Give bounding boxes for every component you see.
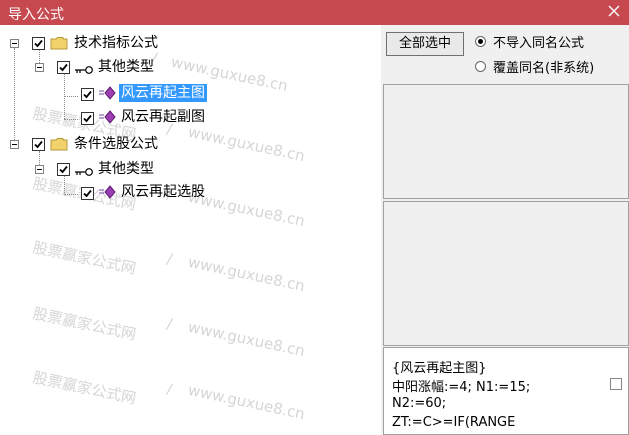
watermark-sep: / [165,379,174,399]
tree-line [64,96,78,97]
tree-line [64,119,78,120]
formula-tree[interactable]: www.guxue8.cn / www.guxue8.cn 股票赢家公式网 / … [2,25,379,435]
title-bar: 导入公式 [0,0,629,25]
watermark-brand: 股票赢家公式网 [31,238,138,278]
watermark-site: www.guxue8.cn [186,122,307,166]
code-line: 中阳涨幅:=4; N1:=15; [392,380,531,395]
info-panel [383,84,629,199]
radio-overwrite[interactable] [475,61,486,72]
code-line: {风云再起主图} [392,361,487,376]
type-checkbox[interactable] [57,61,70,74]
radio-overwrite-label[interactable]: 覆盖同名(非系统) [493,57,594,76]
item-checkbox[interactable] [81,112,94,125]
watermark-sep: / [165,314,174,334]
formula-icon [99,185,117,199]
tree-group-label[interactable]: 技术指标公式 [74,34,158,52]
radio-no-import[interactable] [475,36,486,47]
watermark-brand: 股票赢家公式网 [31,368,138,408]
description-panel [383,201,629,346]
key-icon [74,166,94,176]
tree-item-label[interactable]: 风云再起副图 [121,108,205,126]
formula-icon [99,86,117,100]
code-line: ZT:=C>=IF(RANGE [392,415,516,430]
group-checkbox[interactable] [32,37,45,50]
code-preview[interactable]: {风云再起主图} 中阳涨幅:=4; N1:=15; N2:=60; ZT:=C>… [383,347,629,435]
tree-type-label[interactable]: 其他类型 [98,160,154,178]
collapse-toggle[interactable] [35,165,44,174]
preview-checkbox[interactable] [610,378,622,390]
tree-group-label[interactable]: 条件选股公式 [74,135,158,153]
window-title: 导入公式 [8,7,64,23]
tree-line [64,194,78,195]
watermark-site: www.guxue8.cn [186,380,307,424]
folder-icon [50,137,68,151]
collapse-toggle[interactable] [10,39,19,48]
formula-icon [99,110,117,124]
group-checkbox[interactable] [32,138,45,151]
tree-line [14,48,15,148]
collapse-toggle[interactable] [35,63,44,72]
tree-type-label[interactable]: 其他类型 [98,58,154,76]
type-checkbox[interactable] [57,163,70,176]
close-icon[interactable] [605,2,623,20]
folder-icon [50,36,68,50]
key-icon [74,64,94,74]
radio-no-import-label[interactable]: 不导入同名公式 [493,32,584,51]
tree-item-label-selected[interactable]: 风云再起主图 [119,84,207,102]
item-checkbox[interactable] [81,187,94,200]
watermark-site: www.guxue8.cn [186,317,307,361]
select-all-button[interactable]: 全部选中 [386,32,464,56]
item-checkbox[interactable] [81,88,94,101]
tree-item-label[interactable]: 风云再起选股 [121,183,205,201]
code-line: N2:=60; [392,396,447,411]
watermark-brand: 股票赢家公式网 [31,304,138,344]
watermark-site: www.guxue8.cn [186,252,307,296]
watermark-sep: / [165,249,174,269]
tree-line [64,175,65,195]
collapse-toggle[interactable] [10,140,19,149]
